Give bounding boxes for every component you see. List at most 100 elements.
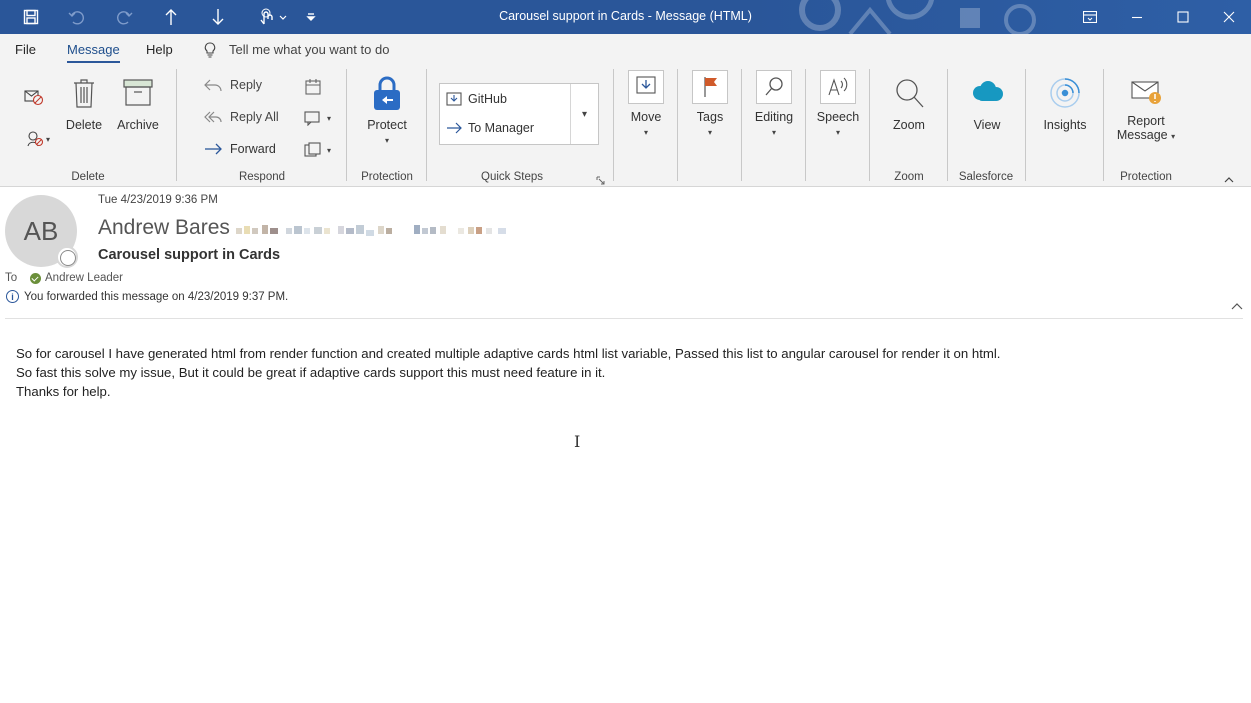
read-aloud-icon — [828, 77, 848, 96]
tab-help[interactable]: Help — [146, 42, 173, 57]
github-label: GitHub — [468, 92, 507, 106]
text-cursor-icon: I — [574, 432, 581, 451]
report-message-icon — [1131, 81, 1161, 104]
presence-status-icon — [56, 246, 78, 268]
trash-icon — [74, 79, 94, 108]
reply-icon — [204, 79, 222, 92]
cleanup-icon[interactable]: ▾ — [26, 130, 50, 148]
to-label: To — [5, 272, 18, 284]
tags-icon-box — [692, 70, 728, 104]
collapse-header-icon[interactable] — [1231, 298, 1243, 313]
group-separator — [346, 69, 347, 181]
more-respond-icon[interactable]: ▾ — [304, 142, 331, 158]
tab-message[interactable]: Message — [67, 42, 120, 63]
editing-icon-box — [756, 70, 792, 104]
protection-group-label: Protection — [361, 171, 413, 183]
close-button[interactable] — [1206, 0, 1251, 34]
window-title: Carousel support in Cards - Message (HTM… — [499, 9, 752, 23]
group-separator — [805, 69, 806, 181]
report-message-button[interactable]: Report Message ▾ — [1114, 78, 1178, 142]
report-label-line1: Report — [1127, 114, 1165, 128]
quick-steps-group-label: Quick Steps — [481, 171, 543, 183]
ignore-icon[interactable] — [24, 88, 44, 109]
dialog-launcher-icon[interactable] — [596, 173, 605, 188]
ribbon-display-options-icon[interactable] — [1067, 0, 1113, 34]
recipient[interactable]: Andrew Leader — [30, 272, 123, 284]
minimize-button[interactable] — [1114, 0, 1160, 34]
header-divider — [5, 318, 1243, 319]
message-subject: Carousel support in Cards — [98, 247, 281, 263]
maximize-button[interactable] — [1160, 0, 1206, 34]
group-separator — [869, 69, 870, 181]
group-separator — [677, 69, 678, 181]
reply-all-label: Reply All — [230, 110, 279, 124]
zoom-group-label: Zoom — [894, 171, 924, 183]
group-separator — [613, 69, 614, 181]
delete-button[interactable]: Delete — [64, 78, 104, 132]
quick-step-to-manager[interactable]: To Manager — [446, 121, 534, 135]
report-label-line2: Message ▾ — [1116, 128, 1176, 142]
move-icon — [636, 76, 656, 94]
ribbon: ▾ Delete Archive Delete Reply Reply All … — [0, 66, 1251, 187]
tell-me-search[interactable]: Tell me what you want to do — [229, 42, 389, 57]
protect-button[interactable]: Protect ▾ — [362, 76, 412, 146]
menu-bar: File Message Help Tell me what you want … — [0, 34, 1251, 66]
redacted-email-address — [236, 225, 506, 236]
zoom-label: Zoom — [893, 118, 925, 132]
flag-icon — [704, 77, 717, 97]
salesforce-group-label: Salesforce — [958, 171, 1014, 183]
message-body[interactable]: So for carousel I have generated html fr… — [16, 344, 1000, 401]
lock-icon — [374, 76, 400, 110]
tab-file[interactable]: File — [15, 42, 36, 57]
view-label: View — [973, 118, 1001, 132]
move-label: Move — [630, 110, 662, 124]
quick-steps-more-button[interactable]: ▾ — [570, 84, 598, 144]
meeting-reply-icon[interactable] — [304, 78, 322, 99]
quick-step-github[interactable]: GitHub — [446, 92, 507, 106]
presence-available-icon — [30, 272, 41, 284]
recipient-name: Andrew Leader — [45, 272, 123, 284]
archive-icon — [123, 79, 153, 106]
sender-name[interactable]: Andrew Bares — [98, 216, 230, 240]
archive-button[interactable]: Archive — [114, 78, 162, 132]
title-bar: Carousel support in Cards - Message (HTM… — [0, 0, 1251, 34]
info-icon: i — [6, 290, 19, 303]
group-separator — [426, 69, 427, 181]
delete-label: Delete — [65, 118, 103, 132]
salesforce-cloud-icon — [973, 81, 1003, 101]
reply-button[interactable]: Reply — [204, 78, 262, 92]
protect-label: Protect — [367, 118, 407, 132]
im-reply-icon[interactable]: ▾ — [304, 110, 331, 126]
reply-all-button[interactable]: Reply All — [204, 110, 279, 124]
group-separator — [741, 69, 742, 181]
editing-button[interactable]: Editing ▾ — [750, 110, 798, 138]
insights-button[interactable]: Insights — [1040, 76, 1090, 132]
group-separator — [176, 69, 177, 181]
forward-icon — [205, 143, 222, 155]
find-icon — [765, 77, 783, 96]
reply-all-icon — [204, 111, 222, 123]
delete-group-label: Delete — [71, 171, 105, 183]
lightbulb-icon — [204, 42, 216, 61]
insights-label: Insights — [1043, 118, 1087, 132]
insights-icon — [1050, 78, 1080, 108]
info-bar[interactable]: i You forwarded this message on 4/23/201… — [6, 290, 288, 303]
tags-button[interactable]: Tags ▾ — [688, 110, 732, 138]
zoom-button[interactable]: Zoom — [886, 76, 932, 132]
editing-label: Editing — [754, 110, 794, 124]
body-line: So fast this solve my issue, But it coul… — [16, 365, 606, 380]
speech-label: Speech — [816, 110, 860, 124]
archive-label: Archive — [117, 118, 159, 132]
magnifier-icon — [896, 79, 924, 108]
group-separator — [1103, 69, 1104, 181]
salesforce-view-button[interactable]: View — [964, 78, 1010, 132]
group-separator — [1025, 69, 1026, 181]
body-line: Thanks for help. — [16, 384, 111, 399]
speech-button[interactable]: Speech ▾ — [814, 110, 862, 138]
collapse-ribbon-icon[interactable] — [1224, 172, 1234, 187]
speech-icon-box — [820, 70, 856, 104]
forward-arrow-icon — [447, 122, 462, 134]
tags-label: Tags — [696, 110, 724, 124]
forward-button[interactable]: Forward — [204, 142, 276, 156]
move-button[interactable]: Move ▾ — [624, 110, 668, 138]
